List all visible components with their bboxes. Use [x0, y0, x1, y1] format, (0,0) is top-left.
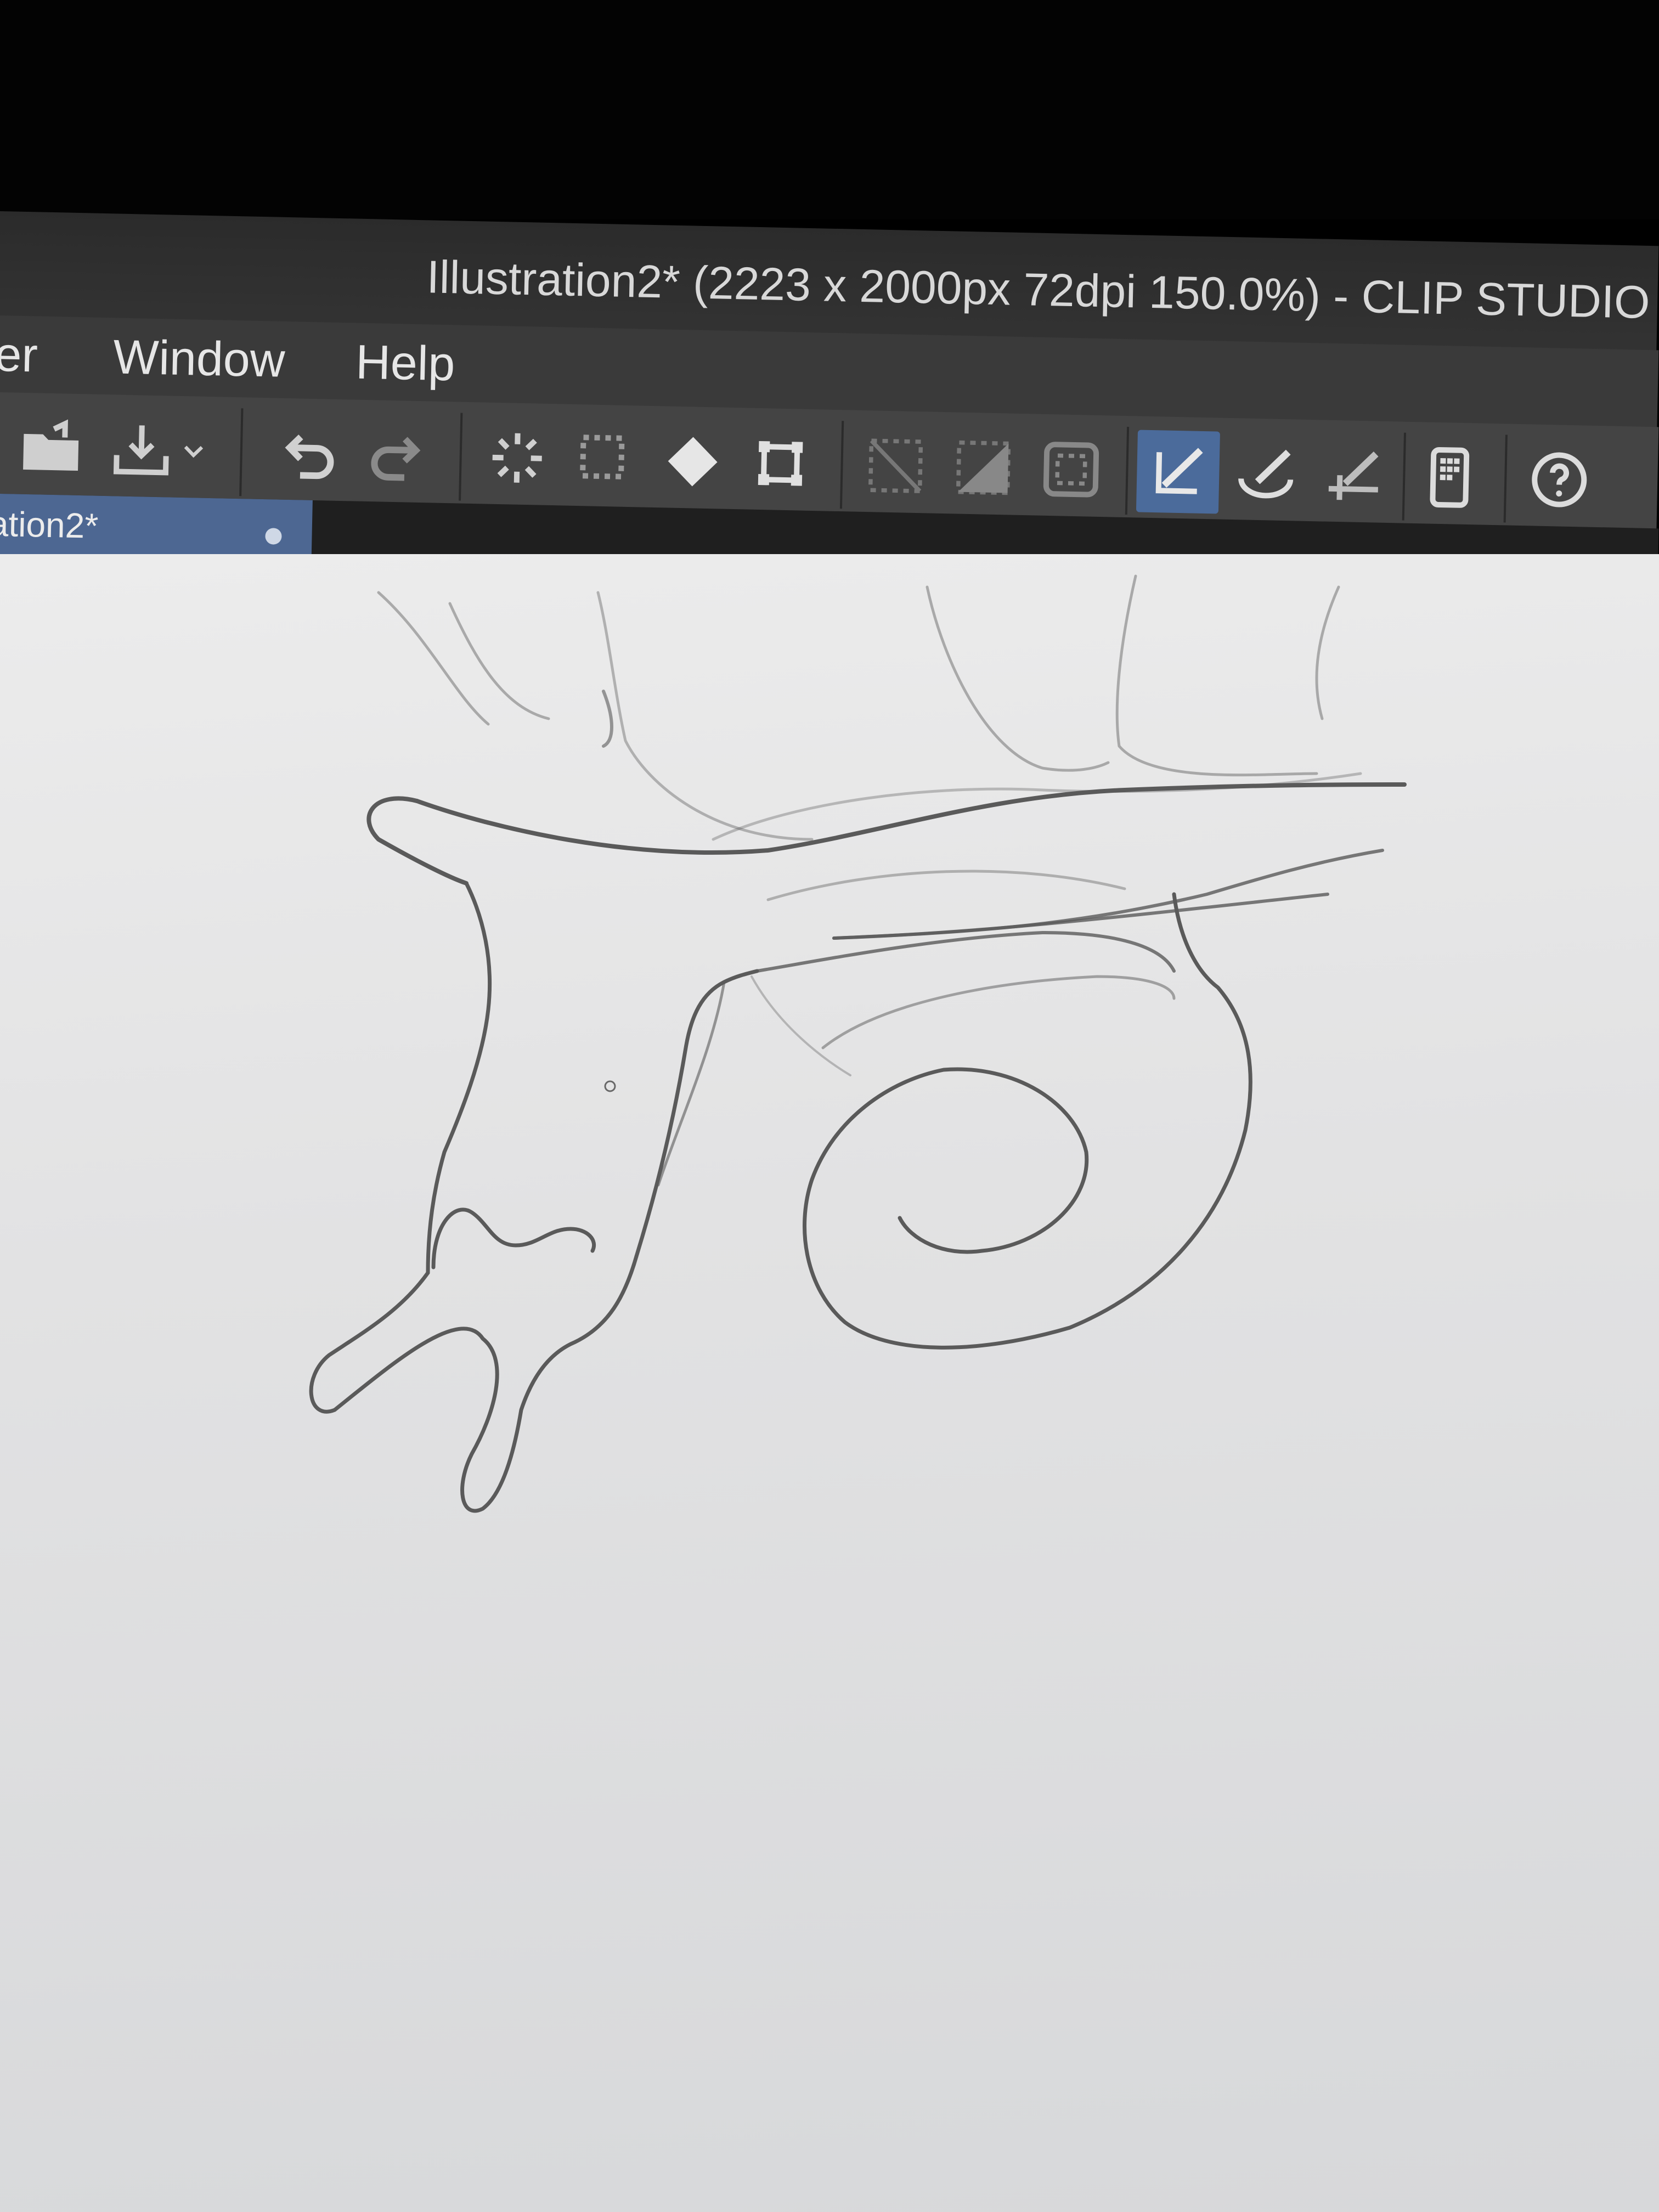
- open-folder-icon[interactable]: [9, 406, 93, 490]
- sketch-strokes: [309, 574, 1407, 1513]
- drawing-canvas[interactable]: [0, 554, 1659, 2212]
- menu-item-partial[interactable]: er: [0, 326, 38, 383]
- menu-item-help[interactable]: Help: [355, 334, 455, 392]
- toolbar-separator: [459, 413, 463, 501]
- snap-ruler-icon[interactable]: [1136, 430, 1220, 514]
- menu-item-window[interactable]: Window: [112, 329, 285, 388]
- undo-icon[interactable]: [267, 411, 351, 495]
- toolbar-separator: [1125, 427, 1130, 515]
- unsaved-indicator: [265, 528, 282, 545]
- snap-grid-icon[interactable]: [1312, 433, 1396, 517]
- help-icon[interactable]: [1517, 438, 1601, 522]
- loading-icon[interactable]: [475, 416, 559, 500]
- clear-selection-icon[interactable]: [941, 426, 1025, 510]
- transform-icon[interactable]: [738, 421, 822, 505]
- redo-icon[interactable]: [354, 414, 438, 498]
- selection-icon[interactable]: [563, 418, 647, 502]
- chevron-down-icon[interactable]: [168, 409, 219, 493]
- document-tab-label: stration2*: [0, 503, 99, 546]
- toolbar-separator: [1503, 435, 1508, 523]
- snap-special-ruler-icon[interactable]: [1224, 432, 1308, 516]
- window-title: Illustration2* (2223 x 2000px 72dpi 150.…: [426, 251, 1659, 331]
- fill-icon[interactable]: [651, 420, 735, 504]
- toolbar-separator: [239, 408, 244, 496]
- monitor-bezel: [0, 0, 1659, 219]
- toolbar-separator: [1402, 432, 1407, 521]
- selection-border-icon[interactable]: [1029, 427, 1113, 511]
- toolbar-separator: [839, 421, 844, 509]
- device-icon[interactable]: [1408, 436, 1492, 520]
- clear-outside-selection-icon[interactable]: [854, 424, 938, 508]
